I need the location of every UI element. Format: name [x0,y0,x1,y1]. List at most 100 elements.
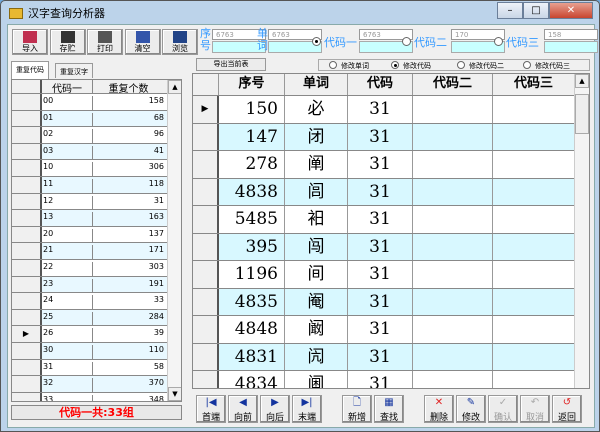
table-row[interactable]: 03 41 [12,143,168,162]
nav-cancel-button[interactable]: ↶ 取消 [520,395,550,423]
table-row[interactable]: 31 58 [12,359,168,378]
tab-duplicate-codes[interactable]: 重复代码 [11,61,49,79]
table-row[interactable]: 13 163 [12,210,168,228]
row-indicator[interactable] [193,123,219,150]
nav-last-button[interactable]: ▶| 末端 [292,395,322,423]
table-row[interactable]: 395 闯 31 [193,233,575,261]
toolbar-printer-button[interactable]: 打印 [87,29,123,55]
column-header[interactable]: 代码 [348,74,413,95]
row-indicator[interactable] [12,260,42,276]
row-indicator[interactable]: ▶ [193,96,219,123]
row-indicator[interactable] [12,243,42,259]
row-indicator[interactable] [193,288,219,315]
export-table-button[interactable]: 导出当前表 [196,58,266,71]
table-row[interactable]: 33 348 [12,392,168,401]
table-row[interactable]: 4834 阃 31 [193,371,575,388]
table-row[interactable]: 01 68 [12,110,168,129]
row-indicator[interactable] [12,376,42,392]
nav-delete-button[interactable]: ✕ 删除 [424,395,454,423]
row-indicator[interactable] [12,193,42,210]
table-row[interactable]: ▶ 150 必 31 [193,96,575,124]
nav-edit-button[interactable]: ✎ 修改 [456,395,486,423]
table-row[interactable]: 5485 衵 31 [193,206,575,234]
left-scrollbar[interactable]: ▲ ▼ [167,80,181,401]
toolbar-books-button[interactable]: 导入 [12,29,48,55]
row-indicator[interactable] [12,94,42,110]
column-header[interactable]: 序号 [219,74,285,95]
row-indicator[interactable] [12,276,42,293]
main-grid-header[interactable]: 序号 单词 代码 代码二 代码三 [193,74,575,96]
code1-radio[interactable] [312,37,321,46]
column-header[interactable]: 代码一 [43,80,91,95]
row-indicator[interactable] [12,110,42,127]
table-row[interactable]: 10 306 [12,160,168,178]
table-row[interactable]: 147 闭 31 [193,123,575,151]
row-indicator[interactable] [12,392,42,401]
column-header[interactable]: 重复个数 [92,80,164,95]
row-indicator[interactable] [12,226,42,243]
nav-next-button[interactable]: ▶ 向后 [260,395,290,423]
row-indicator[interactable] [12,359,42,376]
row-indicator[interactable] [193,206,219,233]
table-row[interactable]: 4838 闾 31 [193,178,575,206]
table-row[interactable]: 00 158 [12,94,168,112]
modify-code3-radio[interactable] [523,61,531,69]
scroll-up-icon[interactable]: ▲ [575,74,589,88]
scroll-down-icon[interactable]: ▼ [168,387,181,401]
table-row[interactable]: 12 31 [12,193,168,212]
table-row[interactable]: 23 191 [12,276,168,295]
modify-word-radio[interactable] [329,61,337,69]
row-indicator[interactable] [193,343,219,370]
row-indicator[interactable] [12,210,42,226]
row-indicator[interactable] [12,343,42,359]
row-indicator[interactable] [193,261,219,288]
table-row[interactable]: 21 171 [12,243,168,261]
column-header[interactable]: 代码三 [493,74,575,95]
toolbar-floppy-button[interactable]: 存贮 [49,29,86,55]
row-indicator[interactable] [193,371,219,388]
scroll-up-icon[interactable]: ▲ [168,80,181,94]
row-indicator[interactable] [12,160,42,176]
row-indicator-header[interactable] [193,74,219,95]
minimize-button[interactable]: – [497,2,523,19]
close-button[interactable]: ✕ [549,2,593,19]
modify-code2-radio[interactable] [457,61,465,69]
table-row[interactable]: 20 137 [12,226,168,245]
table-row[interactable]: 25 284 [12,309,168,328]
code2-radio[interactable] [402,37,411,46]
code3-radio[interactable] [494,37,503,46]
row-indicator[interactable]: ▶ [12,326,42,342]
code3-input[interactable] [544,41,598,53]
column-header[interactable]: 单词 [285,74,348,95]
nav-add-button[interactable]: 🗋 新增 [342,395,372,423]
table-row[interactable]: 11 118 [12,177,168,195]
row-indicator[interactable] [12,177,42,193]
table-row[interactable]: 32 370 [12,376,168,394]
table-row[interactable]: 24 33 [12,293,168,311]
scroll-thumb[interactable] [575,94,589,134]
row-indicator[interactable] [193,233,219,260]
nav-confirm-button[interactable]: ✓ 确认 [488,395,518,423]
table-row[interactable]: 4835 阉 31 [193,288,575,316]
nav-first-button[interactable]: |◀ 首端 [196,395,226,423]
toolbar-clear-button[interactable]: 清空 [124,29,161,55]
row-indicator[interactable] [12,127,42,143]
modify-code-radio[interactable] [391,61,399,69]
nav-back-button[interactable]: ↺ 返回 [552,395,582,423]
row-indicator[interactable] [12,143,42,160]
table-row[interactable]: 22 303 [12,260,168,278]
column-header[interactable]: 代码二 [413,74,493,95]
table-row[interactable]: 4831 闶 31 [193,343,575,371]
row-indicator[interactable] [12,309,42,326]
table-row[interactable]: 1196 间 31 [193,261,575,289]
row-indicator[interactable] [193,151,219,178]
toolbar-binoculars-button[interactable]: 浏览 [162,29,198,55]
table-row[interactable]: 278 阐 31 [193,151,575,179]
main-scrollbar[interactable]: ▲ [574,74,589,388]
maximize-button[interactable]: □ [523,2,549,19]
nav-prev-button[interactable]: ◀ 向前 [228,395,258,423]
row-indicator[interactable] [193,178,219,205]
tab-duplicate-chars[interactable]: 重复汉字 [55,63,93,78]
nav-find-button[interactable]: ▦ 查找 [374,395,404,423]
table-row[interactable]: ▶ 26 39 [12,326,168,344]
